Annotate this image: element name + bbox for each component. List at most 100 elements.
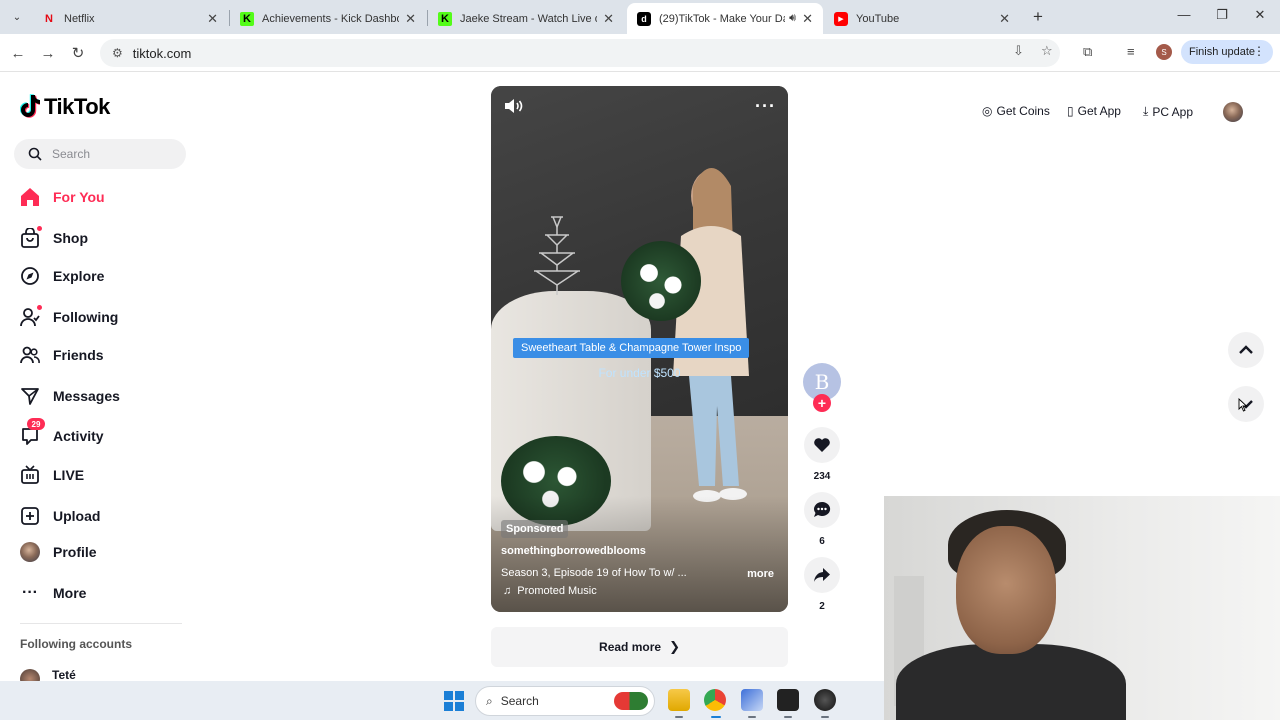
music-link[interactable]: ♫ Promoted Music: [503, 585, 597, 597]
sidebar-item-following[interactable]: Following: [20, 305, 190, 329]
new-tab-button[interactable]: +: [1028, 7, 1048, 27]
close-tab-icon[interactable]: ✕: [603, 11, 614, 27]
notification-dot: [37, 226, 42, 231]
running-indicator: [784, 716, 792, 718]
file-explorer-icon[interactable]: [668, 689, 690, 711]
video-caption-subtitle: For under $500: [598, 366, 681, 380]
browser-menu-icon[interactable]: ⋮: [1253, 44, 1265, 58]
upload-icon: [20, 506, 40, 526]
browser-profile-avatar[interactable]: S: [1156, 44, 1172, 60]
sidebar-item-more[interactable]: ··· More: [20, 581, 190, 605]
chevron-up-icon: [1239, 345, 1253, 354]
tab-tiktok[interactable]: d (29)TikTok - Make Your Day 🔊︎ ✕: [627, 3, 823, 34]
kick-favicon: K: [240, 11, 254, 26]
running-indicator: [821, 716, 829, 718]
forward-icon[interactable]: →: [37, 42, 59, 64]
sidebar-item-label: Upload: [53, 508, 101, 524]
tiktok-wordmark: TikTok: [44, 94, 110, 119]
description-more-link[interactable]: more: [747, 568, 774, 580]
sidebar-item-shop[interactable]: Shop: [20, 226, 190, 250]
sidebar-item-live[interactable]: LIVE: [20, 463, 190, 487]
music-note-icon: ♫: [503, 585, 512, 597]
home-icon: [20, 187, 40, 207]
avatar[interactable]: [1223, 102, 1243, 122]
bookmark-star-icon[interactable]: ☆: [1041, 43, 1053, 59]
close-window-icon[interactable]: ✕: [1250, 7, 1270, 23]
compass-icon: [20, 266, 40, 286]
following-accounts-title: Following accounts: [20, 637, 133, 651]
tab-title: (29)TikTok - Make Your Day: [659, 12, 786, 25]
sidebar-item-activity[interactable]: 29 Activity: [20, 418, 190, 448]
speaker-icon[interactable]: 🔊︎: [789, 12, 796, 25]
read-more-button[interactable]: Read more ❯: [491, 627, 788, 667]
tab-jaeke-stream[interactable]: K Jaeke Stream - Watch Live on K ✕: [428, 3, 624, 34]
extensions-icon[interactable]: ⧉: [1083, 44, 1092, 60]
install-app-icon[interactable]: ⇩: [1013, 43, 1024, 59]
friends-icon: [20, 345, 40, 365]
comment-button[interactable]: [804, 492, 840, 528]
get-app-link[interactable]: ▯ Get App: [1067, 104, 1121, 118]
reload-icon[interactable]: ↻: [67, 42, 89, 64]
sidebar-item-for-you[interactable]: For You: [20, 185, 190, 209]
sidebar-item-upload[interactable]: Upload: [20, 504, 190, 528]
pc-app-link[interactable]: ⤓ PC App: [1143, 104, 1193, 119]
windows-start-icon[interactable]: [444, 691, 464, 711]
tab-kick-dashboard[interactable]: K Achievements - Kick Dashboard ✕: [230, 3, 426, 34]
running-indicator: [675, 716, 683, 718]
close-tab-icon[interactable]: ✕: [405, 11, 416, 27]
app-icon[interactable]: [814, 689, 836, 711]
address-bar[interactable]: ⚙ tiktok.com: [100, 39, 1060, 67]
sidebar-item-messages[interactable]: Messages: [20, 384, 190, 408]
get-coins-link[interactable]: ◎ Get Coins: [982, 104, 1050, 118]
close-tab-icon[interactable]: ✕: [207, 11, 218, 27]
video-description: Season 3, Episode 19 of How To w/ ...: [501, 567, 687, 579]
search-input[interactable]: Search: [14, 139, 186, 169]
watermelon-icon: [614, 692, 648, 710]
sidebar-item-friends[interactable]: Friends: [20, 343, 190, 367]
finish-update-button[interactable]: Finish update ⋮: [1181, 40, 1273, 64]
sidebar-item-explore[interactable]: Explore: [20, 264, 190, 288]
download-icon: ⤓: [1143, 104, 1149, 118]
site-info-icon[interactable]: ⚙: [112, 46, 123, 60]
webcam-person-shirt: [896, 644, 1126, 720]
sidebar-item-profile[interactable]: Profile: [20, 540, 190, 564]
back-icon[interactable]: ←: [7, 42, 29, 64]
activity-badge: 29: [27, 418, 45, 430]
share-count: 2: [819, 601, 825, 612]
sidebar-item-label: Following: [53, 309, 119, 325]
app-icon[interactable]: [777, 689, 799, 711]
youtube-favicon: ▶: [834, 11, 848, 26]
video-player[interactable]: ··· Sweetheart Table & Champagne Tower I…: [491, 86, 788, 612]
media-controls-icon[interactable]: ≡: [1127, 44, 1135, 59]
minimize-icon[interactable]: —: [1174, 7, 1194, 22]
chrome-icon[interactable]: [704, 689, 726, 711]
tiktok-logo[interactable]: TikTok: [19, 94, 110, 120]
tab-title: YouTube: [856, 12, 900, 25]
tab-netflix[interactable]: N Netflix ✕: [32, 3, 228, 34]
like-button[interactable]: [804, 427, 840, 463]
video-caption-banner: Sweetheart Table & Champagne Tower Inspo: [513, 338, 750, 358]
app-icon[interactable]: [741, 689, 763, 711]
comment-count: 6: [819, 536, 825, 547]
follow-plus-button[interactable]: +: [813, 394, 831, 412]
video-options-icon[interactable]: ···: [755, 96, 776, 117]
sound-icon[interactable]: [503, 98, 523, 114]
kick-favicon: K: [438, 11, 452, 26]
tab-youtube[interactable]: ▶ YouTube ✕: [824, 3, 1020, 34]
close-tab-icon[interactable]: ✕: [802, 11, 813, 27]
messages-icon: [20, 386, 40, 406]
windows-taskbar: ⌕ Search: [0, 681, 884, 720]
taskbar-search[interactable]: ⌕ Search: [475, 686, 655, 716]
search-icon: [28, 147, 42, 161]
video-author[interactable]: somethingborrowedblooms: [501, 545, 646, 557]
close-tab-icon[interactable]: ✕: [999, 11, 1010, 27]
mouse-cursor-icon: [1238, 398, 1248, 412]
share-button[interactable]: [804, 557, 840, 593]
chevron-right-icon: ❯: [669, 639, 680, 654]
heart-icon: [814, 438, 830, 452]
sidebar-item-label: Activity: [53, 428, 104, 444]
previous-video-button[interactable]: [1228, 332, 1264, 368]
tab-search-button[interactable]: ⌄: [6, 7, 28, 27]
like-count: 234: [813, 471, 831, 482]
restore-icon[interactable]: ❐: [1212, 7, 1232, 23]
